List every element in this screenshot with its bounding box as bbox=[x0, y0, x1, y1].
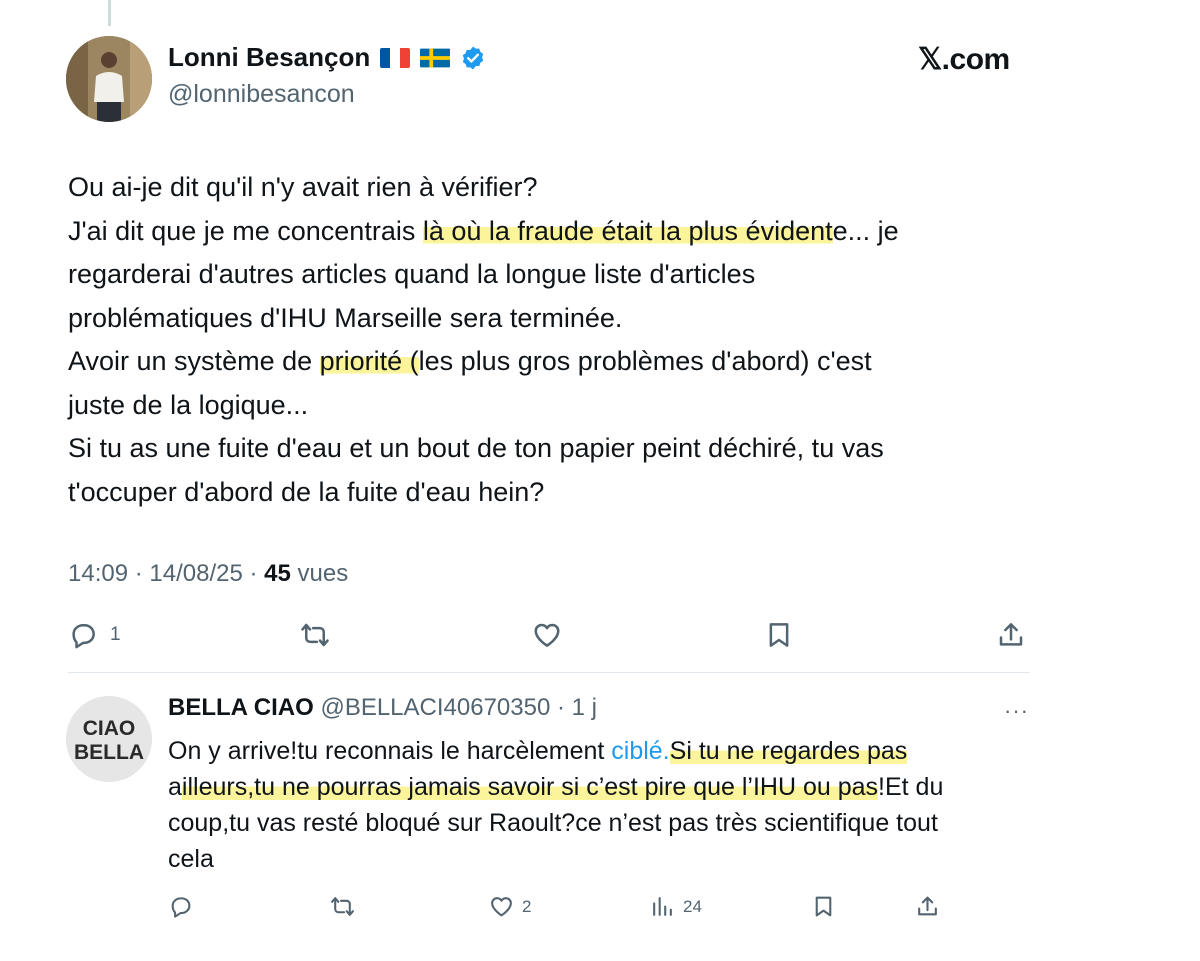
tweet-line: Si tu as une fuite d'eau et un bout de t… bbox=[68, 433, 884, 463]
avatar-text: BELLA bbox=[74, 741, 144, 764]
highlighted-text: priorité ( bbox=[319, 346, 419, 376]
verified-badge-icon bbox=[463, 46, 484, 69]
author-handle[interactable]: @lonnibesancon bbox=[168, 80, 355, 109]
text-span: e... je bbox=[832, 215, 899, 246]
like-icon bbox=[491, 897, 512, 917]
views-count: 24 bbox=[683, 896, 702, 916]
reply-retweet-button[interactable] bbox=[330, 894, 355, 919]
reply-reply-button[interactable] bbox=[168, 894, 193, 919]
text-span: On y arrive!tu reconnais le harcèlement bbox=[168, 737, 612, 765]
text-span: les plus gros problèmes d'abord) c'est bbox=[418, 346, 872, 376]
flag-sweden-icon bbox=[420, 48, 451, 68]
share-icon bbox=[918, 896, 937, 916]
tweet-line: juste de la logique... bbox=[68, 389, 309, 420]
highlighted-text: là où la fraude était la plus évident bbox=[422, 215, 833, 246]
tweet-line: Avoir un système de priorité (les plus g… bbox=[68, 340, 1068, 384]
share-button[interactable] bbox=[996, 620, 1026, 650]
reply-like-button[interactable]: 2 bbox=[489, 894, 531, 919]
text-span: a bbox=[168, 773, 182, 801]
text-span: coup,tu vas resté bloqué sur Raoult?ce n… bbox=[168, 809, 938, 837]
views-label: vues bbox=[290, 560, 349, 587]
highlighted-text: Si tu ne regardes pas bbox=[669, 737, 908, 765]
reply-button[interactable]: 1 bbox=[68, 620, 121, 650]
reply-text: On y arrive!tu reconnais le harcèlement … bbox=[168, 733, 1038, 877]
tweet-line: t'occuper d'abord de la fuite d'eau hein… bbox=[68, 476, 545, 507]
bookmark-icon bbox=[769, 623, 789, 647]
tweet-line: Ou ai-je dit qu'il n'y avait rien à véri… bbox=[68, 172, 538, 202]
reply-author-avatar[interactable]: CIAO BELLA bbox=[66, 696, 152, 782]
reply-share-button[interactable] bbox=[915, 894, 940, 919]
retweet-button[interactable] bbox=[300, 620, 330, 650]
highlighted-text: illeurs,tu ne pourras jamais savoir si c… bbox=[181, 773, 879, 801]
reply-icon bbox=[171, 897, 191, 918]
reply-header: BELLA CIAO @BELLACI40670350 · 1 j bbox=[168, 694, 597, 722]
retweet-icon bbox=[331, 897, 354, 916]
reply-bookmark-button[interactable] bbox=[811, 894, 836, 919]
like-button[interactable] bbox=[532, 620, 562, 650]
reply-views-button[interactable]: 24 bbox=[650, 894, 702, 919]
like-icon bbox=[534, 623, 560, 647]
x-logo: 𝕏.com bbox=[918, 43, 1010, 76]
tweet-line: regarderai d'autres articles quand la lo… bbox=[68, 259, 756, 289]
tweet-text: Ou ai-je dit qu'il n'y avait rien à véri… bbox=[68, 166, 1068, 514]
author-avatar[interactable] bbox=[66, 36, 152, 122]
share-icon bbox=[999, 623, 1023, 646]
views-icon bbox=[653, 897, 672, 916]
retweet-icon bbox=[301, 623, 329, 647]
author-name[interactable]: Lonni Besançon bbox=[168, 42, 370, 73]
reply-link[interactable]: ciblé. bbox=[611, 737, 669, 765]
author-name-row: Lonni Besançon bbox=[168, 42, 486, 73]
avatar-text: CIAO bbox=[83, 717, 136, 740]
reply-count: 1 bbox=[110, 624, 121, 645]
flag-france-icon bbox=[380, 47, 411, 68]
divider bbox=[68, 672, 1030, 673]
thread-line bbox=[108, 0, 111, 26]
tweet-meta: 14:09 · 14/08/25 · 45 vues bbox=[68, 560, 348, 588]
tweet-timestamp[interactable]: 14:09 · 14/08/25 · bbox=[68, 560, 264, 587]
more-icon[interactable]: ··· bbox=[1004, 698, 1029, 724]
tweet-line: problématiques d'IHU Marseille sera term… bbox=[68, 302, 623, 333]
reply-author-handle[interactable]: @BELLACI40670350 · 1 j bbox=[314, 694, 597, 721]
bookmark-icon bbox=[815, 896, 832, 917]
like-count: 2 bbox=[522, 896, 532, 916]
text-span: !Et du bbox=[878, 773, 944, 801]
reply-icon bbox=[72, 624, 95, 649]
bookmark-button[interactable] bbox=[764, 620, 794, 650]
views-count: 45 bbox=[264, 560, 291, 587]
text-span: Avoir un système de bbox=[68, 346, 320, 376]
tweet-line: J'ai dit que je me concentrais là où la … bbox=[68, 210, 1068, 254]
reply-author-name[interactable]: BELLA CIAO bbox=[168, 694, 314, 721]
text-span: J'ai dit que je me concentrais bbox=[68, 215, 423, 246]
text-span: cela bbox=[168, 845, 214, 873]
